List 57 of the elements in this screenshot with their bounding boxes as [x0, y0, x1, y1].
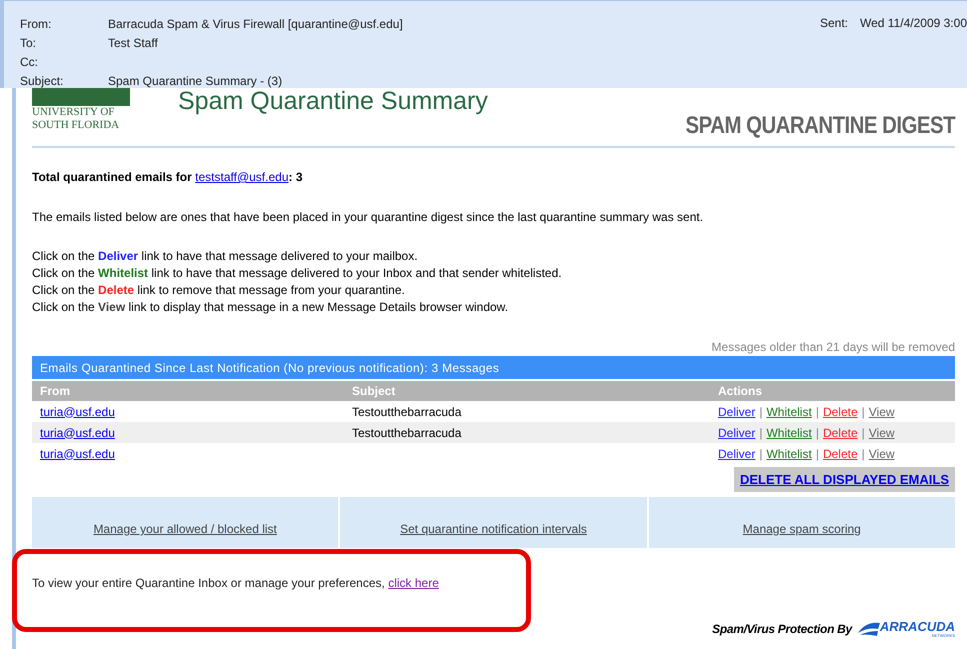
sender-link[interactable]: turia@usf.edu [40, 426, 115, 440]
action-link[interactable]: View [868, 402, 895, 420]
header-label: Sent: [820, 15, 848, 32]
separator-text: | [759, 446, 762, 462]
column-header: From [39, 383, 71, 400]
column-header: Subject [351, 383, 396, 400]
separator-text: | [759, 404, 762, 420]
action-link[interactable]: Delete [822, 444, 858, 462]
separator-text: | [759, 424, 762, 442]
logo-text: UNIVERSITY OF [32, 106, 116, 119]
click-here-link[interactable]: click here [388, 576, 439, 590]
email-link[interactable]: teststaff@usf.edu [195, 170, 288, 184]
subject-cell: Testoutthebarracuda [352, 426, 462, 440]
sender-link[interactable]: turia@usf.edu [40, 404, 115, 418]
separator-text: | [862, 404, 865, 420]
action-link[interactable]: Deliver [718, 424, 756, 442]
instruction-text: Click on the Deliver link to have that message delivered to your mailbox. [32, 248, 419, 265]
table-title-bar: Emails Quarantined Since Last Notification (No previous notification): 3 Messages [32, 356, 955, 379]
separator-text: | [816, 404, 819, 420]
manage-link[interactable]: Manage spam scoring [742, 520, 861, 538]
header-value: Spam Quarantine Summary - (3) [108, 72, 282, 90]
action-link[interactable]: Deliver [718, 444, 756, 462]
banner-title: Spam Quarantine Summary [178, 87, 488, 115]
separator-text: | [816, 424, 819, 442]
action-link[interactable]: Whitelist [766, 402, 812, 420]
action-link[interactable]: Deliver [718, 402, 756, 420]
separator-text: | [816, 446, 819, 462]
sender-link[interactable]: turia@usf.edu [40, 446, 115, 460]
header-value: Barracuda Spam & Virus Firewall [quarantine@usf.edu] [108, 16, 403, 32]
action-link[interactable]: Delete [822, 402, 858, 420]
action-link[interactable]: Whitelist [766, 424, 812, 442]
header-label: Subject: [20, 72, 64, 90]
subject-cell: Testoutthebarracuda [352, 404, 462, 418]
digest-title: SPAM QUARANTINE DIGEST [686, 111, 955, 141]
separator-text: | [862, 446, 865, 462]
action-link[interactable]: View [868, 444, 895, 462]
action-link[interactable]: Whitelist [766, 444, 812, 462]
separator-text: | [862, 424, 865, 442]
column-header: Actions [717, 383, 764, 400]
instruction-text: Click on the Delete link to remove that message from your quarantine. [32, 282, 406, 299]
action-link[interactable]: View [868, 424, 895, 442]
header-label: To: [20, 34, 38, 52]
retention-note: Messages older than 21 days will be removed [712, 339, 955, 356]
header-value: Test Staff [108, 34, 158, 52]
instruction-text: Click on the Whitelist link to have that message delivered to your Inbox and that sender whitelisted. [32, 265, 563, 282]
swoosh-logo-icon [858, 621, 880, 637]
brand-name: ARRACUDA [880, 620, 955, 632]
total-summary: Total quarantined emails for teststaff@usf.edu: 3 [32, 169, 304, 186]
protection-text: Spam/Virus Protection By [712, 621, 852, 638]
logo-text: SOUTH FLORIDA [32, 119, 120, 132]
instruction-text: Click on the View link to display that message in a new Message Details browser window. [32, 299, 510, 316]
delete-all-button[interactable]: DELETE ALL DISPLAYED EMAILS [734, 467, 955, 492]
header-label: From: [20, 16, 52, 32]
preferences-text: To view your entire Quarantine Inbox or manage your preferences, click here [32, 575, 440, 592]
intro-text: The emails listed below are ones that have been placed in your quarantine digest since the last quarantine summary was sent. [32, 209, 704, 226]
header-value: Wed 11/4/2009 3:00 [860, 15, 967, 32]
header-label: Cc: [20, 54, 39, 70]
